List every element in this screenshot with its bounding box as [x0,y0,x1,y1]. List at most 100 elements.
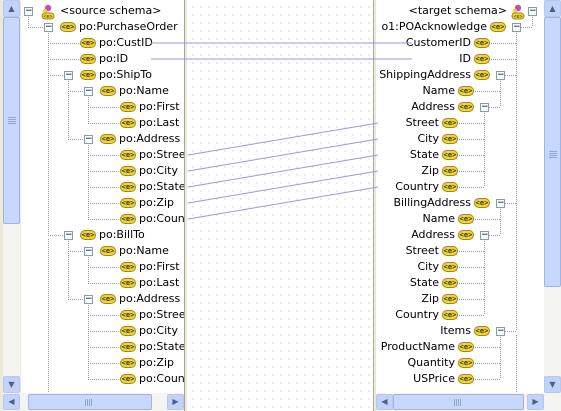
target-row-productname[interactable]: <e> ProductName [376,339,544,355]
tree-connector [68,139,84,140]
tree-connector [88,155,119,156]
element-icon: <e> [120,262,136,272]
target-node-label: City [417,260,439,273]
tree-connector [475,91,500,92]
target-row-address[interactable]: − <e> Address [376,227,544,243]
scroll-thumb[interactable] [28,394,152,410]
element-icon: <e> [458,102,474,112]
element-icon: <e> [442,294,458,304]
tree-connector [88,379,119,380]
target-row-customerid[interactable]: <e> CustomerID [376,35,544,51]
source-node-label: po:Country [139,372,184,385]
tree-connector [68,251,84,252]
target-row-name[interactable]: <e> Name [376,211,544,227]
source-node-label: <source schema> [60,4,162,17]
element-icon: <e> [474,70,490,80]
element-icon: <e> [474,54,490,64]
source-row-po-shipto[interactable]: − <e> po:ShipTo [21,67,184,83]
element-icon: <e> [458,342,474,352]
target-row-billingaddress[interactable]: − <e> BillingAddress [376,195,544,211]
tree-connector [459,123,484,124]
scroll-down-arrow-icon[interactable]: ▼ [544,376,561,393]
target-root-row[interactable]: − <e> <target schema> [376,3,544,20]
schema-root-icon: <e> [40,4,56,20]
source-node-label: po:Address [119,132,181,145]
target-row-usprice[interactable]: <e> USPrice [376,371,544,387]
tree-connector [505,331,516,332]
target-row-quantity[interactable]: <e> Quantity [376,355,544,371]
element-icon: <e> [474,198,490,208]
scroll-left-arrow-icon[interactable]: ◀ [3,394,20,410]
source-row-po-id[interactable]: <e> po:ID [21,51,184,67]
target-node-label: State [409,148,439,161]
target-node-label: BillingAddress [393,196,471,209]
scroll-right-arrow-icon[interactable]: ▶ [167,394,184,410]
tree-connector [88,203,119,204]
target-node-label: Items [440,324,471,337]
target-row-shippingaddress[interactable]: − <e> ShippingAddress [376,67,544,83]
target-horizontal-scrollbar[interactable]: ◀ ▶ [376,393,561,411]
element-icon: <e> [120,118,136,128]
source-node-label: po:Zip [139,196,174,209]
source-node-label: po:State [139,180,184,193]
target-row-id[interactable]: <e> ID [376,51,544,67]
element-icon: <e> [80,38,96,48]
tree-connector [459,187,484,188]
scroll-thumb[interactable] [393,394,524,410]
target-vertical-scrollbar[interactable]: ▲ ▼ [544,0,561,393]
source-node-label: po:City [139,324,178,337]
element-icon: <e> [100,134,116,144]
target-row-name[interactable]: <e> Name [376,83,544,99]
element-icon: <e> [490,22,506,32]
target-schema-tree: − <e> <target schema> − <e> o1:POAcknowledge <… [376,0,544,393]
scroll-down-arrow-icon[interactable]: ▼ [3,376,20,393]
tree-connector [48,75,64,76]
element-icon: <e> [60,22,76,32]
element-icon: <e> [458,230,474,240]
source-horizontal-scrollbar[interactable]: ◀ ▶ [3,393,184,411]
scroll-left-arrow-icon[interactable]: ◀ [376,394,393,410]
tree-connector [489,107,500,108]
element-icon: <e> [80,230,96,240]
mapping-canvas[interactable] [187,0,373,411]
source-node-label: po:Address [119,292,181,305]
element-icon: <e> [120,102,136,112]
source-vertical-scrollbar[interactable]: ▲ ▼ [3,0,20,393]
tree-connector [48,235,64,236]
tree-connector [459,155,484,156]
source-node-label: po:Name [119,244,169,257]
target-row-o1-poacknowledge[interactable]: − <e> o1:POAcknowledge [376,19,544,35]
scroll-up-arrow-icon[interactable]: ▲ [3,0,20,17]
tree-connector [88,219,119,220]
target-node-label: Zip [421,164,439,177]
target-node-label: Quantity [407,356,455,369]
target-node-label: Country [395,180,439,193]
source-row-po-name[interactable]: − <e> po:Name [21,83,184,99]
source-root-row[interactable]: − <e> <source schema> [21,3,184,20]
tree-connector [475,363,500,364]
target-node-label: Street [405,116,439,129]
scroll-thumb[interactable] [544,17,561,287]
source-row-po-name[interactable]: − <e> po:Name [21,243,184,259]
element-icon: <e> [474,326,490,336]
source-row-po-custid[interactable]: <e> po:CustID [21,35,184,51]
scroll-up-arrow-icon[interactable]: ▲ [544,0,561,17]
source-row-po-address[interactable]: − <e> po:Address [21,291,184,307]
scroll-right-arrow-icon[interactable]: ▶ [527,394,544,410]
target-row-address[interactable]: − <e> Address [376,99,544,115]
target-row-items[interactable]: − <e> Items [376,323,544,339]
element-icon: <e> [474,38,490,48]
element-icon: <e> [458,214,474,224]
source-row-po-billto[interactable]: − <e> po:BillTo [21,227,184,243]
source-node-label: po:Street [139,148,184,161]
element-icon: <e> [458,86,474,96]
scroll-thumb[interactable] [3,17,20,224]
source-row-po-purchaseorder[interactable]: − <e> po:PurchaseOrder [21,19,184,35]
tree-connector [459,171,484,172]
element-icon: <e> [442,278,458,288]
source-row-po-address[interactable]: − <e> po:Address [21,131,184,147]
schema-root-icon: <e> [510,4,526,20]
element-icon: <e> [442,134,458,144]
tree-connector [48,43,79,44]
tree-connector [459,315,484,316]
